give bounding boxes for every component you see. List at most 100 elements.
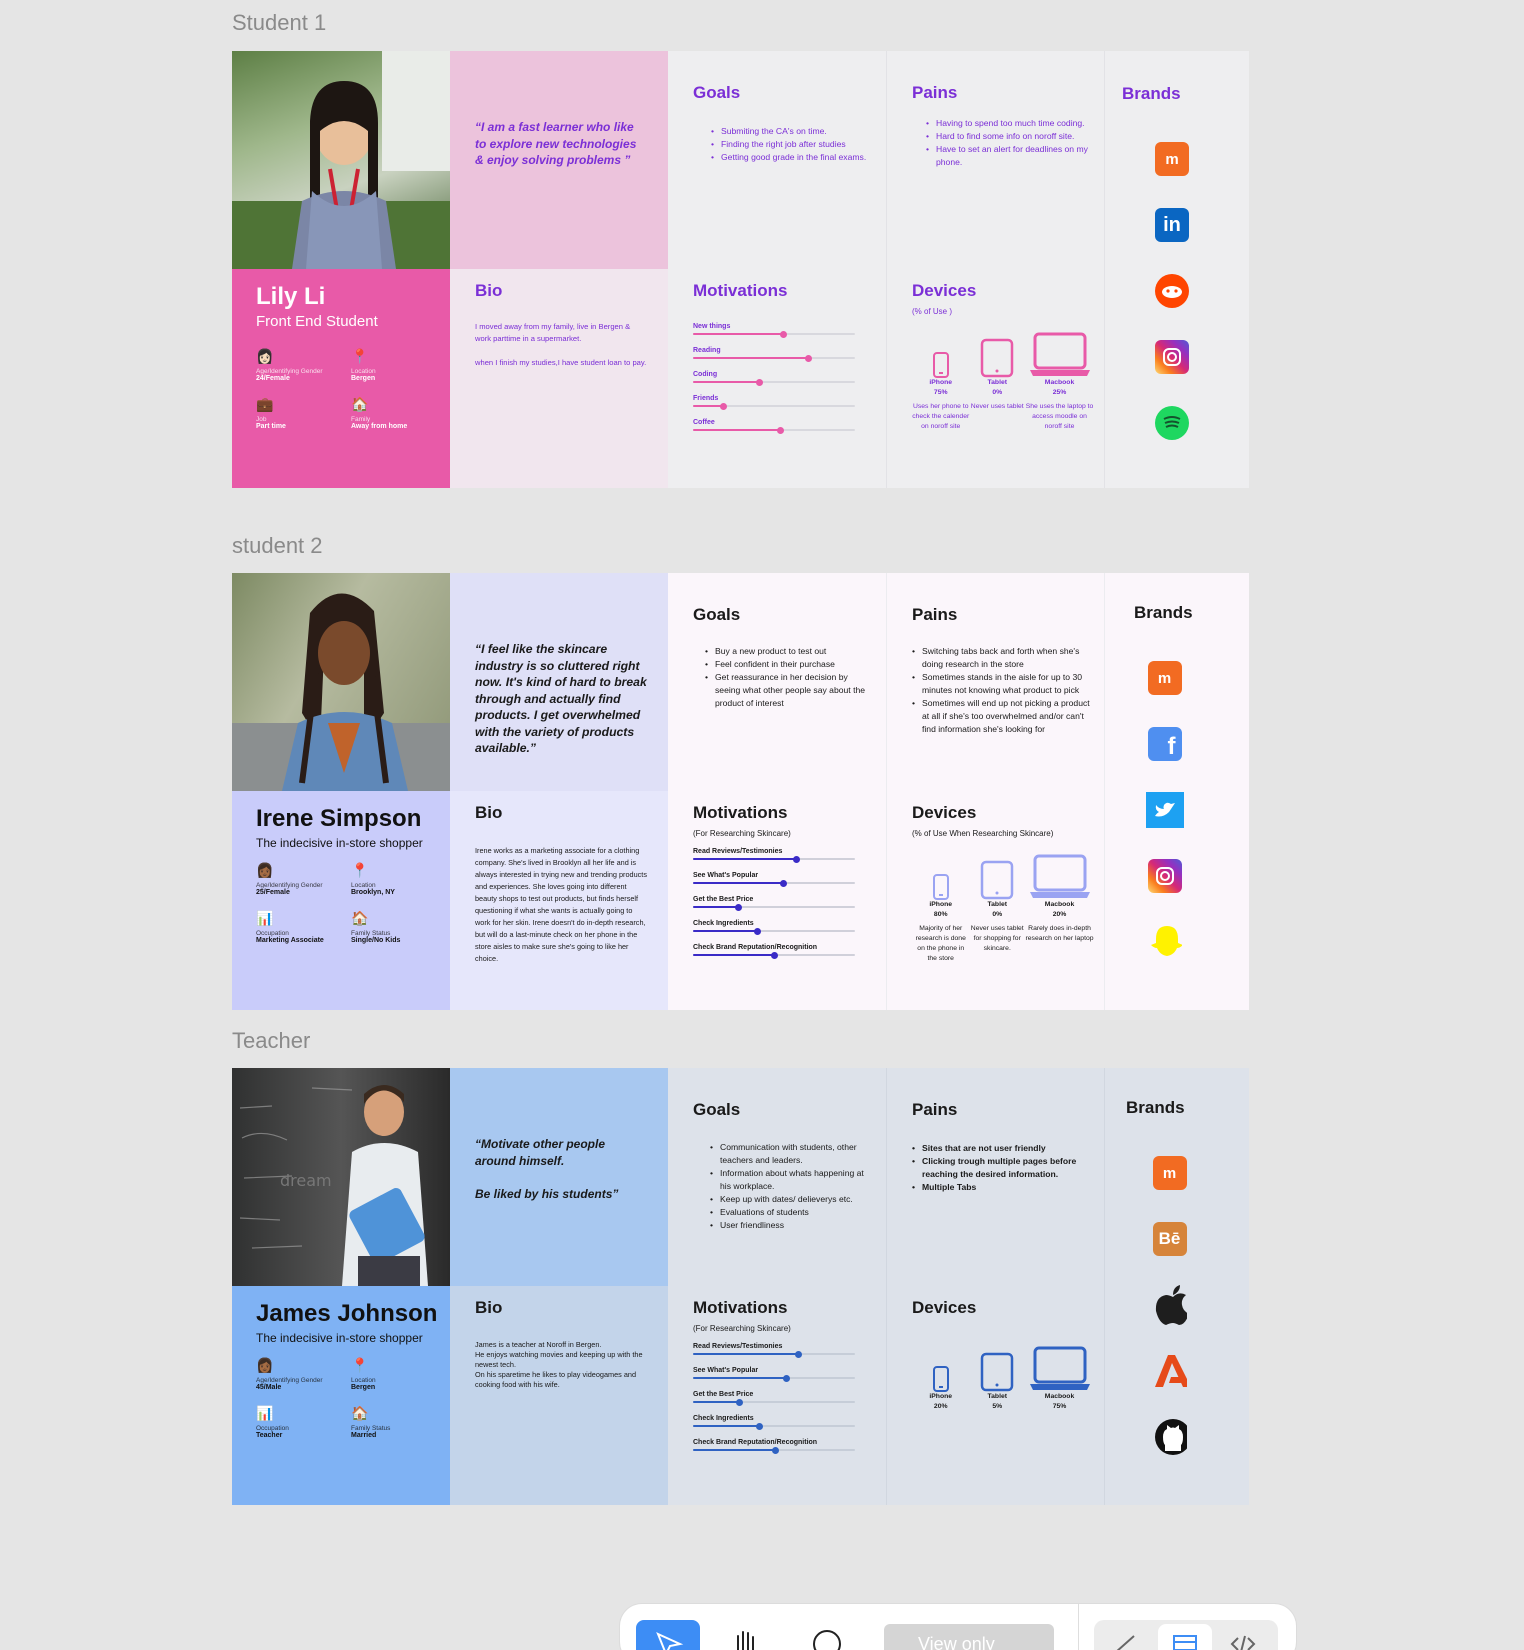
motivation-handle bbox=[776, 426, 784, 434]
frame-label-student-1[interactable]: Student 1 bbox=[232, 10, 326, 36]
persona-photo bbox=[232, 51, 450, 269]
device-name: iPhone bbox=[929, 901, 953, 908]
hand-tool-button[interactable] bbox=[730, 1626, 760, 1650]
frame-label-teacher[interactable]: Teacher bbox=[232, 1028, 310, 1054]
motivation-item: See What's Popular bbox=[693, 872, 861, 887]
motivation-slider bbox=[693, 402, 855, 410]
motivation-item: Coffee bbox=[693, 419, 861, 434]
svg-text:dream: dream bbox=[280, 1171, 332, 1190]
motivation-item: Check Brand Reputation/Recognition bbox=[693, 1439, 861, 1454]
device-percentage: 80% bbox=[933, 911, 948, 918]
fact-value: Bergen bbox=[351, 1384, 376, 1391]
goals-section: Goals Buy a new product to test out Feel… bbox=[668, 573, 886, 791]
motivation-item: Check Brand Reputation/Recognition bbox=[693, 944, 861, 959]
reddit-icon bbox=[1155, 258, 1189, 324]
motivation-fill bbox=[693, 1449, 776, 1451]
motivation-fill bbox=[693, 333, 784, 335]
goals-heading: Goals bbox=[693, 1100, 741, 1119]
motivation-slider bbox=[693, 354, 855, 362]
motivation-fill bbox=[693, 906, 739, 908]
device-item: Macbook 20% Rarely does in-depth research … bbox=[1025, 854, 1094, 944]
motivation-fill bbox=[693, 357, 809, 359]
devices-section: Devices (% of Use When Researching Skinc… bbox=[886, 791, 1104, 1010]
fact-value: Away from home bbox=[351, 423, 408, 430]
layout-tool-button[interactable] bbox=[1158, 1624, 1212, 1650]
goal-item: Buy a new product to test out bbox=[705, 645, 868, 658]
pain-item: Having to spend too much time coding. bbox=[926, 117, 1090, 130]
brands-heading: Brands bbox=[1134, 603, 1193, 622]
fact-value: 24/Female bbox=[256, 375, 290, 382]
bar-chart-icon: 📊 bbox=[256, 910, 274, 926]
hand-icon bbox=[737, 1631, 754, 1650]
motivation-label: Coffee bbox=[693, 419, 715, 426]
goal-item: Keep up with dates/ delieverys etc. bbox=[710, 1193, 868, 1206]
pen-tool-button[interactable] bbox=[1110, 1628, 1140, 1650]
pain-item: Sites that are not user friendly bbox=[912, 1142, 1090, 1155]
motivation-slider bbox=[693, 1398, 855, 1406]
device-item: Tablet 0% Never uses tablet for shopping f… bbox=[969, 854, 1025, 954]
motivation-label: Check Brand Reputation/Recognition bbox=[693, 1439, 818, 1446]
fact-label: Occupation bbox=[256, 930, 289, 937]
profile-section: Irene Simpson The indecisive in-store sh… bbox=[232, 791, 450, 1010]
motivation-label: Check Ingredients bbox=[693, 920, 754, 927]
layout-icon bbox=[1173, 1635, 1197, 1650]
motivation-handle bbox=[793, 855, 801, 863]
tablet-icon bbox=[980, 332, 1014, 378]
brand-list: mf bbox=[1105, 645, 1249, 975]
pains-heading: Pains bbox=[912, 605, 958, 624]
persona-photo: dream bbox=[232, 1068, 450, 1286]
bottom-toolbar: View only bbox=[620, 1604, 1296, 1650]
motivation-item: Get the Best Price bbox=[693, 1391, 861, 1406]
frame-label-student-2[interactable]: student 2 bbox=[232, 533, 323, 559]
pains-section: Pains Switching tabs back and forth when… bbox=[886, 573, 1104, 791]
motivations-heading: Motivations bbox=[693, 803, 788, 822]
device-name: iPhone bbox=[929, 379, 953, 386]
pin-icon: 📍 bbox=[351, 1357, 369, 1373]
github-icon bbox=[1153, 1404, 1187, 1470]
device-note: Majority of her research is done on the … bbox=[915, 925, 966, 962]
code-tool-button[interactable] bbox=[1228, 1628, 1258, 1650]
device-percentage: 25% bbox=[1052, 389, 1067, 396]
motivation-handle bbox=[780, 330, 788, 338]
fact-label: Occupation bbox=[256, 1425, 289, 1432]
motivations-section: Motivations New things Reading Coding Frien… bbox=[668, 269, 886, 488]
devices-heading: Devices bbox=[912, 803, 977, 822]
pointer-tool-button[interactable] bbox=[636, 1620, 700, 1650]
motivation-handle bbox=[755, 378, 763, 386]
motivations-section: Motivations (For Researching Skincare) R… bbox=[668, 1286, 886, 1505]
twitter-icon bbox=[1145, 777, 1184, 843]
device-name: Tablet bbox=[987, 1393, 1007, 1400]
fact-gender: 👩🏾 Age/Identifying Gender 25/Female bbox=[256, 862, 351, 896]
motivation-label: Coding bbox=[693, 371, 718, 378]
device-percentage: 5% bbox=[992, 1403, 1003, 1410]
fact-label: Job bbox=[256, 416, 267, 423]
fact-label: Family Status bbox=[351, 930, 391, 937]
device-name: Tablet bbox=[987, 901, 1007, 908]
device-item: iPhone 75% Uses her phone to check the cal… bbox=[912, 332, 969, 432]
device-percentage: 20% bbox=[933, 1403, 948, 1410]
motivation-item: Reading bbox=[693, 347, 861, 362]
fact-occupation: 📊 Occupation Teacher bbox=[256, 1405, 351, 1439]
motivation-slider bbox=[693, 330, 855, 338]
bio-heading: Bio bbox=[475, 281, 503, 300]
goals-section: Goals Communication with students, other… bbox=[668, 1068, 886, 1286]
pointer-icon bbox=[656, 1632, 684, 1650]
goal-item: Feel confident in their purchase bbox=[705, 658, 868, 671]
moodle-icon: m bbox=[1147, 645, 1182, 711]
pain-item: Clicking trough multiple pages before re… bbox=[912, 1155, 1090, 1181]
house-icon: 🏠 bbox=[351, 1405, 369, 1421]
bio-section: Bio Irene works as a marketing associate… bbox=[450, 791, 668, 1010]
laptop-icon bbox=[1029, 854, 1091, 900]
pains-section: Pains Sites that are not user friendly C… bbox=[886, 1068, 1104, 1286]
motivation-handle bbox=[772, 1446, 780, 1454]
brands-heading: Brands bbox=[1122, 84, 1181, 103]
comment-tool-button[interactable] bbox=[812, 1626, 842, 1650]
profile-section: James Johnson The indecisive in-store sh… bbox=[232, 1286, 450, 1505]
device-name: Macbook bbox=[1044, 1393, 1075, 1400]
motivation-handle bbox=[780, 879, 788, 887]
device-percentage: 0% bbox=[992, 911, 1003, 918]
pain-item: Sometimes stands in the aisle for up to … bbox=[912, 671, 1090, 697]
device-percentage: 0% bbox=[992, 389, 1003, 396]
motivation-label: See What's Popular bbox=[693, 1367, 759, 1374]
motivation-fill bbox=[693, 429, 781, 431]
